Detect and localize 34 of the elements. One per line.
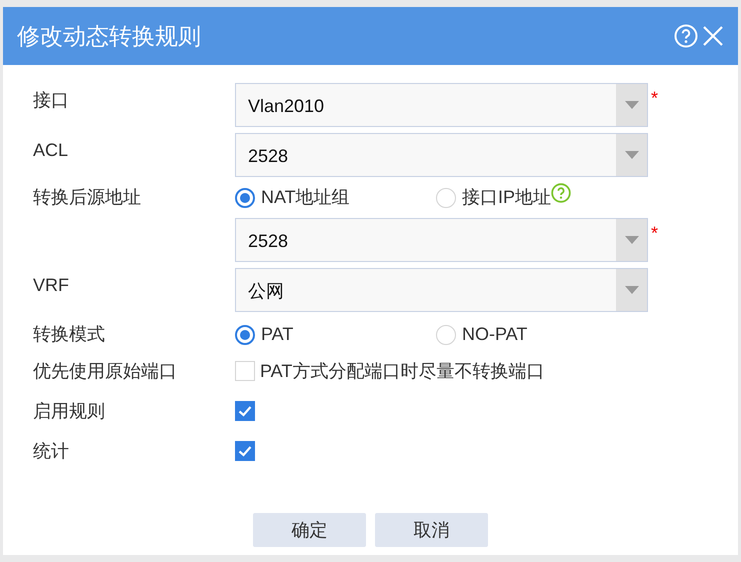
dropdown-caret-icon[interactable]	[624, 286, 638, 294]
option-label[interactable]: PAT	[261, 321, 294, 348]
required-asterisk: *	[651, 89, 658, 107]
checkbox[interactable]	[235, 441, 255, 461]
required-asterisk: *	[651, 224, 658, 242]
close-icon[interactable]	[702, 25, 724, 47]
option-label[interactable]: NAT地址组	[261, 184, 350, 211]
select-field[interactable]: 公网	[235, 268, 648, 312]
checkbox-label[interactable]: PAT方式分配端口时尽量不转换端口	[260, 358, 544, 384]
help-icon[interactable]	[551, 182, 572, 202]
radio-button[interactable]	[235, 324, 255, 344]
checkmark-icon	[238, 445, 252, 457]
cancel-button[interactable]: 取消	[375, 513, 488, 547]
checkmark-icon	[238, 405, 252, 417]
select-field[interactable]: Vlan2010	[235, 83, 648, 127]
field-label: 转换模式	[33, 324, 105, 344]
field-label: ACL	[33, 140, 68, 160]
dropdown-caret-icon[interactable]	[624, 151, 638, 159]
field-label: 转换后源地址	[33, 187, 141, 207]
option-label[interactable]: 接口IP地址	[462, 184, 552, 211]
select-field[interactable]: 2528	[235, 218, 648, 262]
field-label: 优先使用原始端口	[33, 360, 177, 380]
option-label[interactable]: NO-PAT	[462, 321, 528, 348]
field-label: 启用规则	[33, 400, 105, 420]
dialog-title: 修改动态转换规则	[17, 22, 202, 51]
dropdown-caret-icon[interactable]	[624, 236, 638, 244]
field-label: VRF	[33, 275, 69, 295]
field-label: 统计	[33, 440, 69, 460]
confirm-button[interactable]: 确定	[253, 513, 366, 547]
checkbox[interactable]	[235, 401, 255, 421]
select-field[interactable]: 2528	[235, 133, 648, 177]
field-label: 接口	[33, 90, 69, 110]
dropdown-caret-icon[interactable]	[624, 101, 638, 109]
radio-button[interactable]	[235, 188, 255, 208]
